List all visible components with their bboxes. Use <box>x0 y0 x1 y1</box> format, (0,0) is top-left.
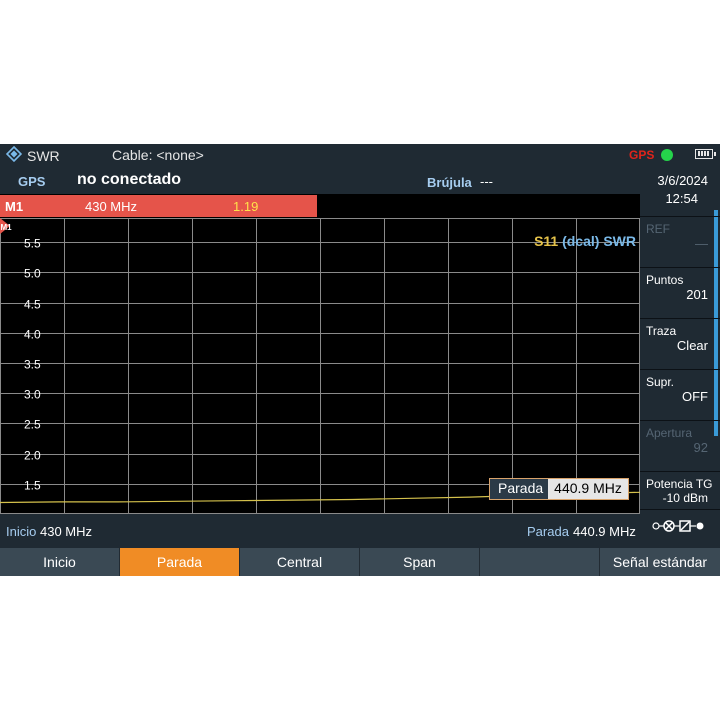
analyzer-screen: SWR Cable: <none> GPS GPS no conectado B… <box>0 144 720 576</box>
compass-value: --- <box>480 174 493 189</box>
y-tick-label: 3.5 <box>24 358 41 372</box>
title-bar: SWR Cable: <none> GPS <box>0 144 720 166</box>
softkey-tg-power[interactable]: Potencia TG -10 dBm <box>640 472 720 522</box>
compass-label: Brújula <box>427 175 472 190</box>
trace-label: S11 (dcal) SWR <box>534 233 636 249</box>
softkey-aperture-label: Apertura <box>646 426 693 440</box>
softkey-tg-power-label: Potencia TG <box>646 477 713 491</box>
swr-plot[interactable]: 5.5 5.0 4.5 4.0 3.5 3.0 2.5 2.0 1.5 S11 (dcal) S… <box>0 218 640 514</box>
y-tick-label: 3.0 <box>24 388 41 402</box>
stop-box-value[interactable]: 440.9 MHz <box>548 479 628 499</box>
stop-box-label: Parada <box>498 480 544 496</box>
stop-frequency-box[interactable]: Parada 440.9 MHz <box>489 478 629 500</box>
softkey-ref: REF — <box>640 217 720 267</box>
swr-chart: 5.5 5.0 4.5 4.0 3.5 3.0 2.5 2.0 1.5 <box>0 218 640 514</box>
marker-name: M1 <box>5 199 24 214</box>
softkey-aperture: Apertura 92 <box>640 421 720 471</box>
y-tick-label: 4.5 <box>24 298 41 312</box>
y-tick-label: 2.5 <box>24 418 41 432</box>
mode-label: SWR <box>27 147 60 164</box>
date-display: 3/6/2024 <box>657 173 708 188</box>
y-tick-label: 5.5 <box>24 237 41 251</box>
marker-m1-icon[interactable]: M1 <box>0 218 12 234</box>
trace-calibration: (dcal) <box>562 233 600 249</box>
frequency-range-row: Inicio 430 MHz Parada 440.9 MHz <box>0 514 640 548</box>
marker-frequency: 430 MHz <box>85 199 138 214</box>
gps-status-row: GPS no conectado Brújula --- <box>0 166 640 194</box>
gps-status-dot <box>661 149 673 161</box>
y-tick-label: 2.0 <box>24 449 41 463</box>
softkey-ref-value: — <box>695 236 708 251</box>
y-tick-label: 1.5 <box>24 479 41 493</box>
softkey-trace[interactable]: Traza Clear <box>640 319 720 369</box>
marker-readout[interactable]: M1 430 MHz 1.19 <box>0 195 317 217</box>
time-display: 12:54 <box>665 191 698 206</box>
rohde-logo-icon <box>5 145 23 165</box>
softkey-suppression-value: OFF <box>682 389 708 404</box>
cable-label[interactable]: Cable: <none> <box>112 147 204 163</box>
softkey-standard-signal-button[interactable]: Señal estándar <box>600 548 720 576</box>
gps-value: no conectado <box>77 171 182 188</box>
battery-icon <box>695 149 716 159</box>
softkey-bar: Inicio Parada Central Span Señal estánda… <box>0 548 720 576</box>
softkey-tg-power-value: -10 dBm <box>662 491 708 505</box>
softkey-points-label: Puntos <box>646 273 684 287</box>
side-softkey-panel: 3/6/2024 12:54 REF — Puntos 201 Traza Cl… <box>640 166 720 548</box>
softkey-span-button[interactable]: Span <box>360 548 480 576</box>
softkey-aperture-value: 92 <box>693 440 708 455</box>
y-tick-label: 5.0 <box>24 267 41 281</box>
softkey-points[interactable]: Puntos 201 <box>640 268 720 318</box>
svg-text:M1: M1 <box>1 223 13 232</box>
softkey-start-button[interactable]: Inicio <box>0 548 120 576</box>
start-frequency-value[interactable]: 430 MHz <box>40 524 92 539</box>
marker-value: 1.19 <box>233 199 259 214</box>
softkey-trace-label: Traza <box>646 324 677 338</box>
stop-frequency-label: Parada <box>527 524 569 539</box>
softkey-empty-button[interactable] <box>480 548 600 576</box>
mode-indicator[interactable]: SWR <box>5 145 60 165</box>
softkey-stop-button[interactable]: Parada <box>120 548 240 576</box>
port-connection-icon[interactable] <box>652 519 708 533</box>
softkey-suppression-label: Supr. <box>646 375 675 389</box>
trace-parameter: S11 <box>534 233 559 249</box>
marker-row: M1 430 MHz 1.19 <box>0 194 640 218</box>
gps-label: GPS <box>18 174 46 189</box>
stop-frequency-value[interactable]: 440.9 MHz <box>573 524 636 539</box>
softkey-trace-value: Clear <box>676 338 708 353</box>
y-tick-label: 4.0 <box>24 328 41 342</box>
start-frequency-label: Inicio <box>6 524 37 539</box>
softkey-suppression[interactable]: Supr. OFF <box>640 370 720 420</box>
softkey-center-button[interactable]: Central <box>240 548 360 576</box>
gps-status-indicator: GPS <box>629 148 655 162</box>
softkey-ref-label: REF <box>646 222 670 236</box>
softkey-points-value: 201 <box>686 287 708 302</box>
trace-format: SWR <box>603 233 636 249</box>
